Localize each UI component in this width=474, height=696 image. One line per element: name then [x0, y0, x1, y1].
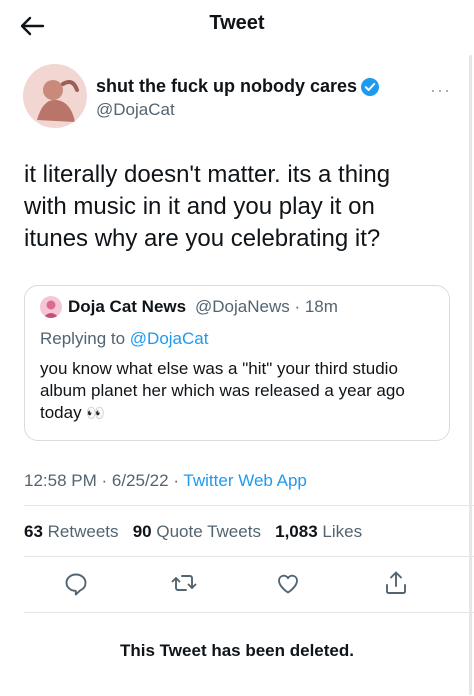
verified-badge-icon	[360, 77, 380, 97]
likes-label: Likes	[322, 522, 363, 541]
page-title: Tweet	[209, 12, 265, 34]
tweet-text-line: with music in it and you play it on	[24, 193, 375, 220]
author-handle[interactable]: @DojaCat	[96, 100, 175, 120]
quoted-tweet-card[interactable]: Doja Cat News @DojaNews · 18m Replying t…	[24, 285, 450, 441]
reply-icon[interactable]	[61, 568, 91, 598]
quoted-tweet-text: you know what else was a "hit" your thir…	[40, 358, 440, 425]
quoted-author-name: Doja Cat News	[68, 297, 187, 316]
tweet-time[interactable]: 12:58 PM	[24, 471, 97, 490]
quoted-tweet-age: 18m	[304, 297, 338, 316]
source-app-link[interactable]: Twitter Web App	[183, 471, 306, 490]
meta-separator: ·	[289, 297, 305, 316]
quote-tweets-stat[interactable]: 90 Quote Tweets	[133, 522, 261, 541]
divider	[24, 612, 474, 613]
replying-to-label: Replying to	[40, 329, 130, 348]
author-avatar[interactable]	[23, 64, 87, 128]
quote-tweets-count: 90	[132, 522, 152, 541]
quote-tweets-label: Quote Tweets	[156, 522, 261, 541]
tweet-text-line: itunes why are you celebrating it?	[24, 225, 381, 252]
author-display-name[interactable]: shut the fuck up nobody cares	[96, 76, 357, 97]
engagement-stats: 63 Retweets 90 Quote Tweets 1,083 Likes	[24, 522, 362, 542]
eyes-emoji: 👀	[86, 405, 106, 422]
quoted-text-line: album planet her which was released a ye…	[40, 381, 405, 400]
quoted-text-line-last: today 👀	[40, 402, 440, 425]
divider	[24, 556, 474, 557]
divider	[24, 505, 474, 506]
replying-to-mention[interactable]: @DojaCat	[130, 329, 209, 348]
tweet-date[interactable]: 6/25/22	[112, 471, 169, 490]
quoted-author-handle: @DojaNews	[195, 297, 290, 316]
share-icon[interactable]	[381, 568, 411, 598]
tweet-timestamp: 12:58 PM · 6/25/22 · Twitter Web App	[24, 471, 307, 491]
retweet-icon[interactable]	[169, 568, 199, 598]
like-icon[interactable]	[273, 568, 303, 598]
likes-stat[interactable]: 1,083 Likes	[275, 522, 362, 541]
likes-count: 1,083	[275, 522, 318, 541]
retweets-stat[interactable]: 63 Retweets	[24, 522, 119, 541]
meta-separator: ·	[168, 471, 184, 490]
deleted-tweet-notice: This Tweet has been deleted.	[120, 641, 354, 660]
retweets-count: 63	[24, 522, 43, 541]
retweets-label: Retweets	[47, 522, 119, 541]
quoted-text-line: today	[40, 403, 82, 422]
more-options-icon[interactable]: ···	[430, 80, 451, 101]
scrollbar[interactable]	[469, 55, 472, 695]
quoted-author-meta: @DojaNews · 18m	[195, 297, 338, 317]
meta-separator: ·	[96, 471, 112, 490]
replying-to: Replying to @DojaCat	[40, 329, 208, 349]
quoted-text-line: you know what else was a "hit" your thir…	[40, 359, 398, 378]
tweet-text-line: it literally doesn't matter. its a thing	[24, 161, 391, 188]
quoted-author-avatar	[40, 296, 62, 318]
tweet-text: it literally doesn't matter. its a thing…	[24, 159, 454, 255]
